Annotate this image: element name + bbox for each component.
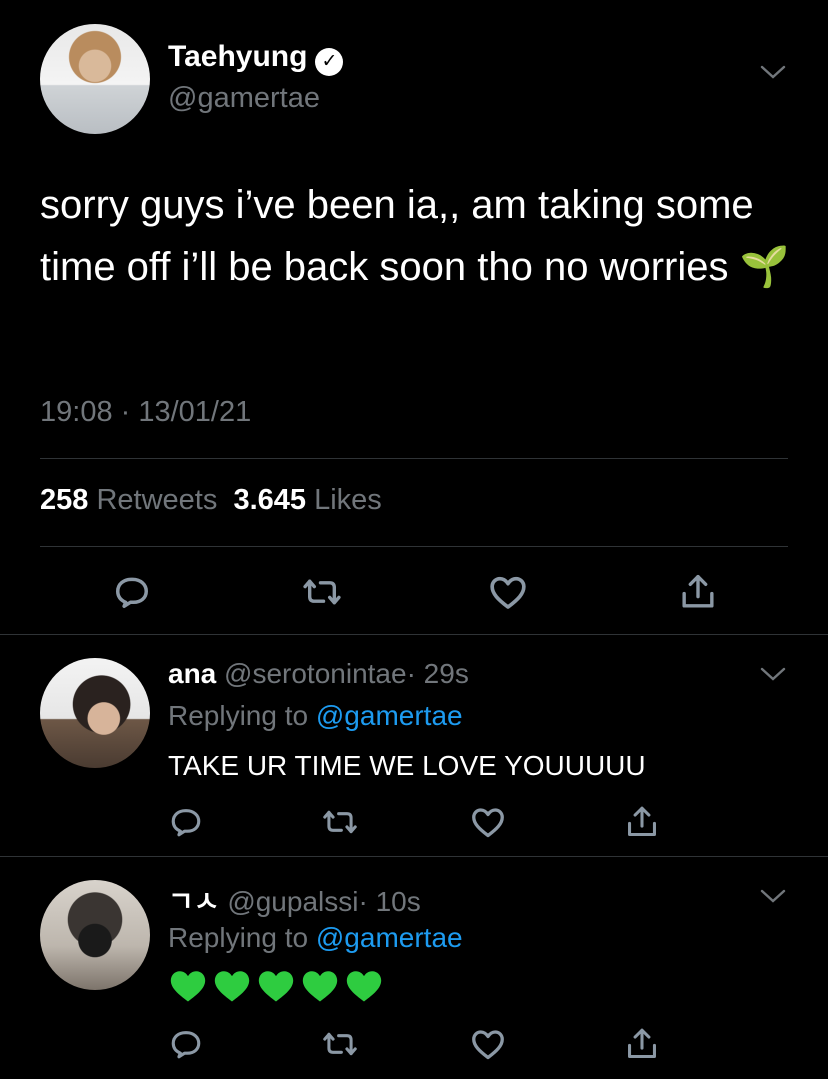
heart-icon bbox=[472, 808, 504, 838]
share-button[interactable] bbox=[676, 570, 720, 614]
share-icon bbox=[628, 806, 656, 836]
reply-button[interactable] bbox=[110, 570, 154, 614]
reply-header: ana @serotonintae· 29s bbox=[168, 658, 469, 690]
share-button[interactable] bbox=[620, 800, 664, 844]
retweet-button[interactable] bbox=[300, 570, 344, 614]
retweet-icon bbox=[303, 579, 341, 605]
likes-label[interactable]: Likes bbox=[314, 484, 382, 516]
divider bbox=[40, 546, 788, 547]
author-handle[interactable]: @gamertae bbox=[168, 82, 320, 115]
replying-to-line: Replying to @gamertae bbox=[168, 922, 463, 954]
retweet-icon bbox=[323, 810, 357, 834]
green-heart-icon bbox=[258, 971, 294, 1002]
replying-to-label: Replying to bbox=[168, 700, 309, 731]
chevron-down-icon bbox=[760, 889, 786, 903]
more-options-button[interactable] bbox=[760, 666, 786, 687]
reply-age[interactable]: · 10s bbox=[358, 886, 420, 917]
replying-to-link[interactable]: @gamertae bbox=[316, 700, 463, 731]
heart-icon bbox=[472, 1030, 504, 1060]
tweet-text: sorry guys i’ve been ia,, am taking some… bbox=[40, 183, 790, 289]
reply-icon bbox=[171, 809, 201, 837]
divider bbox=[0, 856, 828, 857]
green-heart-icon bbox=[214, 971, 250, 1002]
reply-author-name[interactable]: ㄱㅅ bbox=[168, 886, 220, 917]
more-options-button[interactable] bbox=[760, 888, 786, 909]
green-heart-icon bbox=[346, 971, 382, 1002]
author-name[interactable]: Taehyung bbox=[168, 40, 307, 73]
reply-text: TAKE UR TIME WE LOVE YOUUUUU bbox=[168, 750, 646, 781]
likes-count[interactable]: 3.645 bbox=[233, 484, 306, 516]
chevron-down-icon bbox=[760, 65, 786, 79]
heart-icon bbox=[490, 576, 526, 609]
retweet-icon bbox=[323, 1032, 357, 1056]
author-name-row[interactable]: Taehyung ✓ bbox=[168, 40, 344, 76]
verified-badge-icon: ✓ bbox=[315, 47, 344, 76]
reply-emoji-row bbox=[168, 968, 384, 1004]
reply-author-handle[interactable]: @serotonintae bbox=[224, 658, 407, 689]
green-heart-icon bbox=[170, 971, 206, 1002]
more-options-button[interactable] bbox=[760, 64, 786, 85]
replying-to-link[interactable]: @gamertae bbox=[316, 922, 463, 953]
green-heart-icon bbox=[302, 971, 338, 1002]
retweet-button[interactable] bbox=[318, 800, 362, 844]
reply-author-handle[interactable]: @gupalssi bbox=[227, 886, 358, 917]
reply-button[interactable] bbox=[164, 1022, 208, 1066]
author-avatar[interactable] bbox=[40, 24, 150, 134]
tweet-stats: 258 Retweets 3.645 Likes bbox=[40, 484, 382, 517]
share-icon bbox=[682, 574, 714, 608]
divider bbox=[40, 458, 788, 459]
retweets-label[interactable]: Retweets bbox=[96, 484, 217, 516]
reply-age[interactable]: · 29s bbox=[407, 658, 469, 689]
reply-icon bbox=[171, 1031, 201, 1059]
reply-button[interactable] bbox=[164, 800, 208, 844]
reply-author-name[interactable]: ana bbox=[168, 658, 216, 689]
like-button[interactable] bbox=[466, 800, 510, 844]
replying-to-label: Replying to bbox=[168, 922, 309, 953]
replying-to-line: Replying to @gamertae bbox=[168, 700, 463, 732]
tweet-timestamp[interactable]: 19:08 · 13/01/21 bbox=[40, 396, 251, 429]
chevron-down-icon bbox=[760, 667, 786, 681]
like-button[interactable] bbox=[486, 570, 530, 614]
retweet-button[interactable] bbox=[318, 1022, 362, 1066]
reply-avatar[interactable] bbox=[40, 658, 150, 768]
share-icon bbox=[628, 1028, 656, 1058]
divider bbox=[0, 634, 828, 635]
reply-avatar[interactable] bbox=[40, 880, 150, 990]
like-button[interactable] bbox=[466, 1022, 510, 1066]
reply-icon bbox=[116, 577, 148, 608]
reply-header: ㄱㅅ @gupalssi· 10s bbox=[168, 880, 421, 920]
retweets-count[interactable]: 258 bbox=[40, 484, 88, 516]
share-button[interactable] bbox=[620, 1022, 664, 1066]
